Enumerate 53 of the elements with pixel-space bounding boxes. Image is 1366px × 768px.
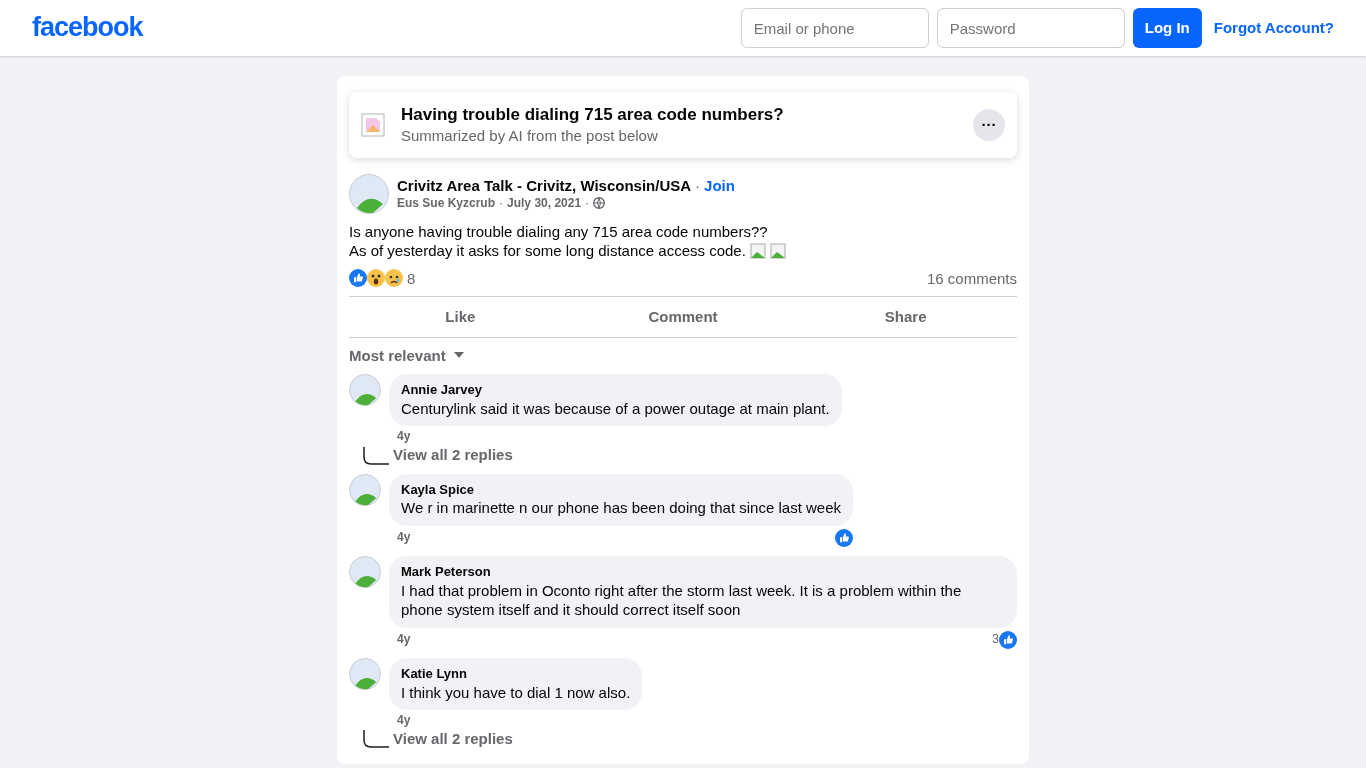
reply-connector-icon (363, 730, 389, 749)
like-count: 3 (992, 632, 999, 648)
post-date[interactable]: July 30, 2021 (507, 195, 582, 212)
post-text: Is anyone having trouble dialing any 715 area code numbers?? (349, 221, 768, 242)
separator-dot: · (585, 195, 590, 212)
view-replies-link[interactable]: View all 2 replies (393, 728, 513, 749)
avatar-icon (349, 374, 381, 407)
image-icon (361, 112, 385, 137)
avatar-icon (349, 555, 381, 588)
join-link[interactable]: Join (704, 176, 735, 196)
comment-text: We r in marinette n our phone has been doing that since last week (401, 498, 841, 518)
comment-text: Centurylink said it was because of a power outage at main plant. (401, 399, 830, 419)
comment-time[interactable]: 4y (397, 530, 411, 546)
commenter-name[interactable]: Annie Jarvey (401, 382, 830, 399)
comment-text: I think you have to dial 1 now also. (401, 682, 631, 703)
separator-dot: · (695, 176, 701, 196)
like-button[interactable]: Like (349, 297, 572, 337)
comment-time[interactable]: 4y (397, 713, 411, 729)
like-icon (349, 269, 367, 288)
email-field[interactable]: Email or phone (740, 8, 929, 48)
group-name[interactable]: Crivitz Area Talk - Crivitz, Wisconsin/USA (397, 176, 692, 196)
comment-button[interactable]: Comment (571, 297, 795, 337)
separator-dot: · (499, 195, 504, 212)
author-name[interactable]: Eus Sue Kyzcrub (397, 195, 496, 212)
more-button[interactable]: ··· (973, 108, 1005, 141)
reaction-count[interactable]: 8 (407, 268, 416, 289)
summary-subtitle: Summarized by AI from the post below (401, 126, 659, 146)
summary-title: Having trouble dialing 715 area code numbers? (401, 104, 785, 126)
logo[interactable]: facebook (32, 10, 143, 46)
reply-connector-icon (363, 446, 389, 465)
view-replies-link[interactable]: View all 2 replies (393, 445, 513, 465)
avatar-icon (349, 173, 389, 214)
comments-count[interactable]: 16 comments (926, 268, 1017, 289)
wow-emoji-icon (367, 269, 385, 288)
sort-dropdown[interactable]: Most relevant (349, 345, 464, 366)
avatar-icon (349, 657, 381, 690)
comment-time[interactable]: 4y (397, 429, 411, 446)
login-button[interactable]: Log In (1132, 8, 1202, 48)
comment-text: I had that problem in Oconto right after the storm last week. It is a problem within the phone system itself and it should correct itself soon (401, 580, 963, 620)
sad-emoji-icon (385, 269, 403, 288)
share-button[interactable]: Share (794, 297, 1017, 337)
broken-image-icon (749, 242, 766, 259)
caret-icon (453, 352, 464, 359)
forgot-account-link[interactable]: Forgot Account? (1213, 18, 1334, 38)
broken-image-icon (769, 242, 786, 259)
password-field[interactable]: Password (936, 8, 1125, 48)
commenter-name[interactable]: Mark Peterson (401, 563, 1005, 581)
commenter-name[interactable]: Kayla Spice (401, 481, 841, 499)
comment-time[interactable]: 4y (397, 632, 411, 648)
globe-icon (593, 197, 606, 210)
commenter-name[interactable]: Katie Lynn (401, 665, 631, 683)
post-text: As of yesterday it asks for some long distance access code. (349, 241, 746, 261)
avatar-icon (349, 473, 381, 506)
